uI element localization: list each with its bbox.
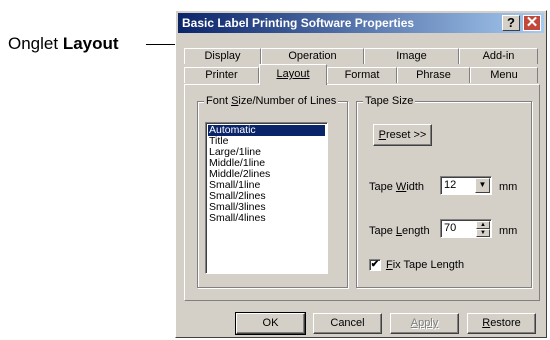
tape-size-group-title: Tape Size [363,95,416,107]
restore-button[interactable]: Restore [467,313,536,334]
tape-length-value: 70 [444,222,457,234]
spin-down-icon[interactable]: ▼ [476,229,490,237]
chevron-down-icon[interactable]: ▼ [475,178,490,193]
apply-button[interactable]: Apply [390,313,459,334]
window-title: Basic Label Printing Software Properties [182,16,415,30]
spin-up-icon[interactable]: ▲ [476,221,490,229]
ok-button[interactable]: OK [235,312,306,335]
font-size-listbox[interactable]: Automatic Title Large/1line Middle/1line Mid… [205,122,328,274]
tape-size-group: Tape Size Preset >> Tape Width 12 ▼ mm T… [356,95,532,288]
callout-prefix: Onglet [8,34,59,53]
tab-display[interactable]: Display [184,48,261,64]
tab-add-in[interactable]: Add-in [459,48,538,64]
tab-layout-label: Layout [276,68,310,80]
tape-width-value: 12 [444,179,457,191]
tab-image[interactable]: Image [364,48,459,64]
tape-length-unit: mm [499,225,518,237]
properties-dialog: Basic Label Printing Software Properties… [175,10,547,338]
cancel-button[interactable]: Cancel [313,313,382,334]
tab-operation[interactable]: Operation [261,48,364,64]
close-icon[interactable]: ✕ [523,15,541,31]
tab-layout[interactable]: Layout [259,64,327,85]
tape-width-label: Tape Width [369,181,425,193]
callout-bold: Layout [62,34,119,53]
tape-length-label: Tape Length [369,225,430,237]
tab-menu[interactable]: Menu [470,67,538,83]
preset-button[interactable]: Preset >> [373,124,432,146]
title-bar[interactable]: Basic Label Printing Software Properties… [178,13,544,33]
font-size-group: Font Size/Number of Lines Automatic Title… [197,95,348,288]
list-item[interactable]: Small/4lines [208,213,325,224]
tape-width-unit: mm [499,181,518,193]
fix-tape-length-label: Fix Tape Length [386,259,465,271]
tab-printer[interactable]: Printer [184,67,259,83]
layout-tab-panel: Font Size/Number of Lines Automatic Title… [184,84,540,301]
callout-label: Onglet Layout [8,34,119,54]
help-icon[interactable]: ? [502,15,520,31]
tab-format[interactable]: Format [327,67,397,83]
tab-phrase[interactable]: Phrase [397,67,470,83]
fix-tape-length-checkbox[interactable]: ✔ [369,259,381,271]
tape-width-select[interactable]: 12 ▼ [440,176,492,195]
font-size-group-title: Font Size/Number of Lines [204,95,339,107]
tape-length-spinner[interactable]: 70 ▲ ▼ [440,219,492,238]
